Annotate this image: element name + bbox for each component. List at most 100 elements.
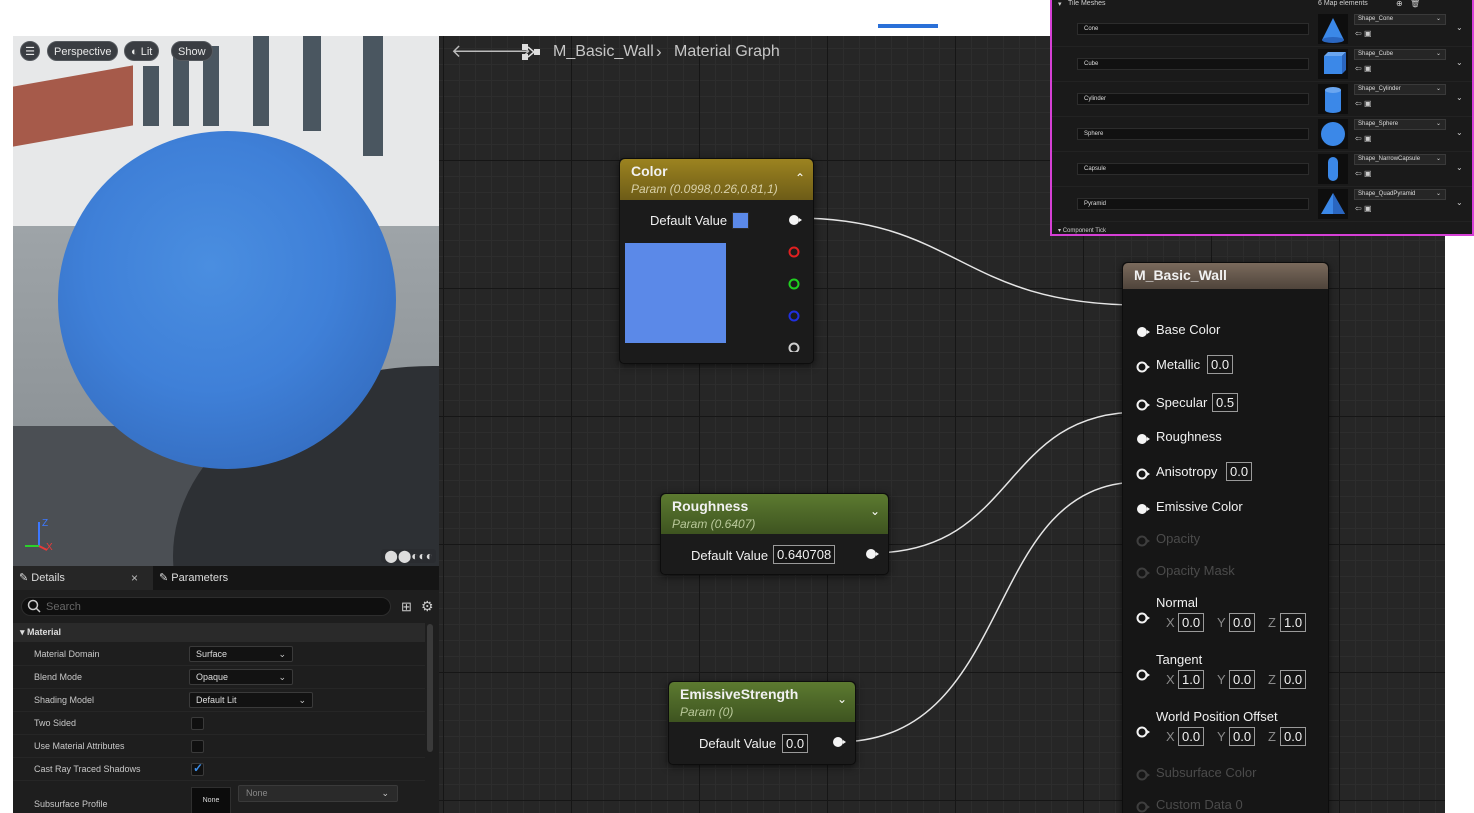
vector-y-input[interactable]: 0.0 xyxy=(1229,727,1256,746)
browse-folder-icon[interactable]: ▣ xyxy=(1364,64,1372,73)
tab-details[interactable]: ✎ Details × xyxy=(13,566,153,590)
browse-folder-icon[interactable]: ▣ xyxy=(1364,29,1372,38)
browse-folder-icon[interactable]: ▣ xyxy=(1364,204,1372,213)
input-pin[interactable] xyxy=(1134,466,1154,482)
tile-key-input[interactable]: Sphere xyxy=(1077,128,1309,140)
browse-folder-icon[interactable]: ▣ xyxy=(1364,134,1372,143)
close-icon[interactable]: × xyxy=(131,566,138,590)
cast-ray-traced-shadows-checkbox[interactable] xyxy=(191,761,204,776)
use-selected-icon[interactable]: ⇦ xyxy=(1355,204,1362,213)
input-pin[interactable] xyxy=(1134,431,1154,447)
mesh-select[interactable]: Shape_Cone ⌄ xyxy=(1354,14,1446,25)
chevron-down-icon[interactable]: ⌄ xyxy=(1456,198,1463,207)
perspective-button[interactable]: Perspective xyxy=(47,41,119,61)
blend-mode-select[interactable]: Opaque ⌄ xyxy=(189,669,293,685)
lit-button[interactable]: ◐ Lit xyxy=(124,41,160,61)
emissive-default-input[interactable]: 0.0 xyxy=(782,734,809,753)
node-header[interactable]: Color Param (0.0998,0.26,0.81,1) ⌃ xyxy=(620,159,813,200)
tile-key-input[interactable]: Capsule xyxy=(1077,163,1309,175)
vector-x-input[interactable]: 0.0 xyxy=(1178,727,1205,746)
input-pin[interactable] xyxy=(1134,724,1154,740)
use-material-attributes-checkbox[interactable] xyxy=(191,740,204,753)
chevron-down-icon[interactable]: ⌄ xyxy=(1456,58,1463,67)
browse-folder-icon[interactable]: ▣ xyxy=(1364,99,1372,108)
subsurface-profile-thumbnail[interactable]: None xyxy=(191,787,231,813)
details-scrollbar[interactable] xyxy=(427,624,433,752)
mesh-select[interactable]: Shape_Cube ⌄ xyxy=(1354,49,1446,60)
vector-z-input[interactable]: 0.0 xyxy=(1280,670,1307,689)
node-header[interactable]: M_Basic_Wall xyxy=(1123,263,1328,289)
viewport-menu-button[interactable]: ☰ xyxy=(20,41,40,61)
tile-key-input[interactable]: Cylinder xyxy=(1077,93,1309,105)
mesh-select[interactable]: Shape_NarrowCapsule ⌄ xyxy=(1354,154,1446,165)
vector-x-input[interactable]: 0.0 xyxy=(1178,613,1205,632)
shading-model-select[interactable]: Default Lit ⌄ xyxy=(189,692,313,708)
node-header[interactable]: Roughness Param (0.6407) ⌄ xyxy=(661,494,888,534)
pin-value-input[interactable]: 0.5 xyxy=(1212,393,1239,412)
vector-y-input[interactable]: 0.0 xyxy=(1229,670,1256,689)
roughness-output-pin[interactable] xyxy=(863,546,883,562)
two-sided-checkbox[interactable] xyxy=(191,717,204,730)
use-selected-icon[interactable]: ⇦ xyxy=(1355,64,1362,73)
use-selected-icon[interactable]: ⇦ xyxy=(1355,134,1362,143)
mesh-thumbnail[interactable] xyxy=(1318,119,1348,149)
mesh-select[interactable]: Shape_Cylinder ⌄ xyxy=(1354,84,1446,95)
tile-key-input[interactable]: Cone xyxy=(1077,23,1309,35)
chevron-down-icon[interactable]: ▾ xyxy=(1058,0,1062,8)
input-pin[interactable] xyxy=(1134,501,1154,517)
material-domain-select[interactable]: Surface ⌄ xyxy=(189,646,293,662)
vector-x-input[interactable]: 1.0 xyxy=(1178,670,1205,689)
mesh-thumbnail[interactable] xyxy=(1318,14,1348,44)
color-swatch[interactable] xyxy=(732,212,749,229)
vector-y-input[interactable]: 0.0 xyxy=(1229,613,1256,632)
viewport[interactable]: ☰ Perspective ◐ Lit Show Z X ⬤⬤◐◐◐ xyxy=(13,36,439,566)
search-input[interactable] xyxy=(46,598,376,615)
tab-parameters[interactable]: ✎ Parameters xyxy=(155,566,228,590)
emissive-strength-param-node[interactable]: EmissiveStrength Param (0) ⌄ Default Val… xyxy=(668,681,856,765)
chevron-down-icon[interactable]: ⌄ xyxy=(1456,93,1463,102)
mesh-thumbnail[interactable] xyxy=(1318,84,1348,114)
emissive-output-pin[interactable] xyxy=(830,734,850,750)
section-header-material[interactable]: ▾ Material xyxy=(13,623,425,642)
vector-z-input[interactable]: 1.0 xyxy=(1280,613,1307,632)
subsurface-profile-select[interactable]: None ⌄ xyxy=(238,785,398,802)
use-selected-icon[interactable]: ⇦ xyxy=(1355,29,1362,38)
color-output-pins[interactable] xyxy=(786,212,806,352)
chevron-down-icon[interactable]: ⌄ xyxy=(1456,23,1463,32)
tile-key-input[interactable]: Cube xyxy=(1077,58,1309,70)
vector-z-input[interactable]: 0.0 xyxy=(1280,727,1307,746)
preview-shape-buttons[interactable]: ⬤⬤◐◐◐ xyxy=(381,549,436,563)
show-button[interactable]: Show xyxy=(171,41,213,61)
mesh-thumbnail[interactable] xyxy=(1318,49,1348,79)
add-element-icon[interactable]: ⊕ xyxy=(1396,0,1403,8)
input-pin[interactable] xyxy=(1134,397,1154,413)
color-param-node[interactable]: Color Param (0.0998,0.26,0.81,1) ⌃ Defau… xyxy=(619,158,814,364)
mesh-select[interactable]: Shape_Sphere ⌄ xyxy=(1354,119,1446,130)
input-pin[interactable] xyxy=(1134,324,1154,340)
use-selected-icon[interactable]: ⇦ xyxy=(1355,169,1362,178)
pin-value-input[interactable]: 0.0 xyxy=(1207,355,1234,374)
pin-value-input[interactable]: 0.0 xyxy=(1226,462,1253,481)
mesh-select[interactable]: Shape_QuadPyramid ⌄ xyxy=(1354,189,1446,200)
chevron-down-icon[interactable]: ⌄ xyxy=(870,504,880,518)
input-pin[interactable] xyxy=(1134,667,1154,683)
chevron-down-icon[interactable]: ⌄ xyxy=(1456,128,1463,137)
browse-folder-icon[interactable]: ▣ xyxy=(1364,169,1372,178)
table-view-icon[interactable]: ⊞ xyxy=(401,599,412,615)
roughness-default-input[interactable]: 0.640708 xyxy=(773,545,836,564)
material-result-node[interactable]: M_Basic_Wall Base Color Metallic 0.0 Specul… xyxy=(1122,262,1329,813)
chevron-up-icon[interactable]: ⌃ xyxy=(795,171,805,185)
input-pin[interactable] xyxy=(1134,359,1154,375)
roughness-param-node[interactable]: Roughness Param (0.6407) ⌄ Default Value… xyxy=(660,493,889,575)
tile-key-input[interactable]: Pyramid xyxy=(1077,198,1309,210)
use-selected-icon[interactable]: ⇦ xyxy=(1355,99,1362,108)
chevron-down-icon[interactable]: ⌄ xyxy=(1456,163,1463,172)
chevron-down-icon[interactable]: ⌄ xyxy=(837,692,847,706)
node-header[interactable]: EmissiveStrength Param (0) ⌄ xyxy=(669,682,855,722)
mesh-thumbnail[interactable] xyxy=(1318,189,1348,219)
trash-icon[interactable]: 🗑 xyxy=(1410,0,1420,8)
input-pin[interactable] xyxy=(1134,610,1154,626)
mesh-thumbnail[interactable] xyxy=(1318,154,1348,184)
component-tick-section[interactable]: ▾ Component Tick xyxy=(1052,227,1472,234)
gear-icon[interactable]: ⚙ xyxy=(421,598,434,615)
